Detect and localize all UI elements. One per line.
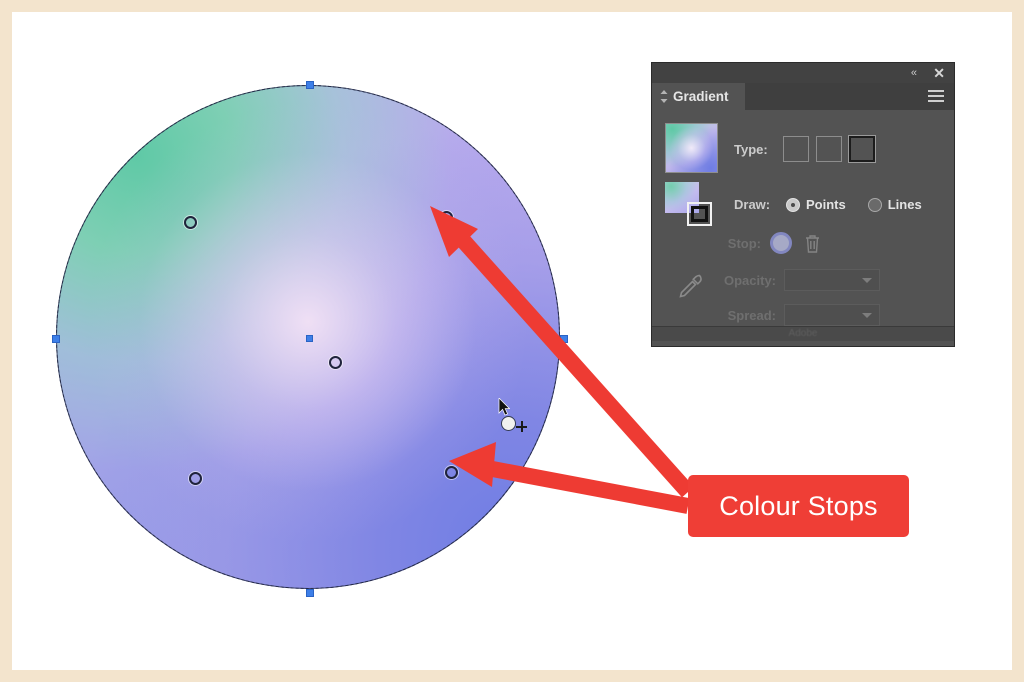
draw-option-lines-label: Lines [887, 197, 922, 212]
chevron-down-icon[interactable] [862, 278, 872, 283]
draw-row: Draw: Points Lines [734, 197, 922, 212]
callout-label-text: Colour Stops [719, 490, 878, 521]
gradient-panel[interactable]: « ✕ Gradient Type: Draw: Points Lines St… [651, 62, 955, 347]
mouse-cursor-group [492, 398, 538, 448]
selection-handle-top[interactable] [306, 81, 314, 89]
type-radial-button[interactable] [816, 136, 842, 162]
gradient-color-stop[interactable] [329, 356, 342, 369]
eyedropper-icon[interactable] [674, 270, 708, 304]
chevron-down-icon[interactable] [862, 313, 872, 318]
document-canvas[interactable]: Colour Stops « ✕ Gradient Type: Draw: Po… [12, 12, 1012, 670]
updown-grip-icon [660, 90, 668, 103]
panel-tabbar[interactable]: Gradient [652, 83, 954, 110]
gradient-color-stop[interactable] [184, 216, 197, 229]
gradient-center-anchor[interactable] [306, 335, 313, 342]
type-freeform-button[interactable] [849, 136, 875, 162]
panel-footer: Adobe [652, 326, 954, 341]
radio-lines-icon[interactable] [867, 197, 882, 212]
hover-new-stop-preview [501, 416, 516, 431]
tab-gradient[interactable]: Gradient [652, 83, 745, 110]
panel-titlebar[interactable]: « ✕ [652, 63, 954, 83]
spread-select[interactable] [784, 304, 880, 326]
gradient-color-stop[interactable] [440, 211, 453, 224]
draw-option-lines[interactable]: Lines [867, 197, 922, 212]
app-screenshot-frame: Colour Stops « ✕ Gradient Type: Draw: Po… [0, 0, 1024, 682]
plus-icon [516, 421, 528, 433]
gradient-preview-swatch[interactable] [665, 123, 718, 173]
opacity-row-label: Opacity: [723, 272, 776, 288]
panel-title: Gradient [673, 89, 729, 104]
hamburger-menu-icon[interactable] [928, 90, 944, 102]
stop-color-swatch[interactable] [770, 232, 792, 254]
gradient-color-stop[interactable] [189, 472, 202, 485]
trash-icon[interactable] [804, 234, 821, 253]
spread-row: Spread: [716, 304, 880, 326]
close-icon[interactable]: ✕ [933, 64, 945, 82]
selection-handle-left[interactable] [52, 335, 60, 343]
draw-option-points-label: Points [806, 197, 846, 212]
spread-row-label: Spread: [727, 307, 776, 323]
draw-option-points[interactable]: Points [786, 197, 846, 212]
selection-handle-bottom[interactable] [306, 589, 314, 597]
stroke-swatch[interactable] [687, 202, 712, 226]
callout-label-box: Colour Stops [688, 475, 909, 537]
type-linear-button[interactable] [783, 136, 809, 162]
stop-row: Stop: [721, 232, 821, 254]
stop-row-label: Stop: [727, 235, 761, 251]
gradient-ellipse[interactable] [52, 81, 568, 597]
panel-body: Type: Draw: Points Lines Stop: Opacity: … [652, 110, 954, 341]
type-row-label: Type: [734, 141, 768, 157]
opacity-row: Opacity: [716, 269, 880, 291]
radio-points-icon[interactable] [786, 197, 800, 212]
cursor-arrow-icon [498, 398, 510, 416]
selection-handle-right[interactable] [560, 335, 568, 343]
gradient-color-stop[interactable] [445, 466, 458, 479]
panel-footer-label: Adobe [788, 328, 818, 339]
type-row: Type: [734, 136, 875, 162]
draw-row-label: Draw: [734, 197, 771, 212]
collapse-panel-icon[interactable]: « [911, 66, 917, 80]
opacity-select[interactable] [784, 269, 880, 291]
